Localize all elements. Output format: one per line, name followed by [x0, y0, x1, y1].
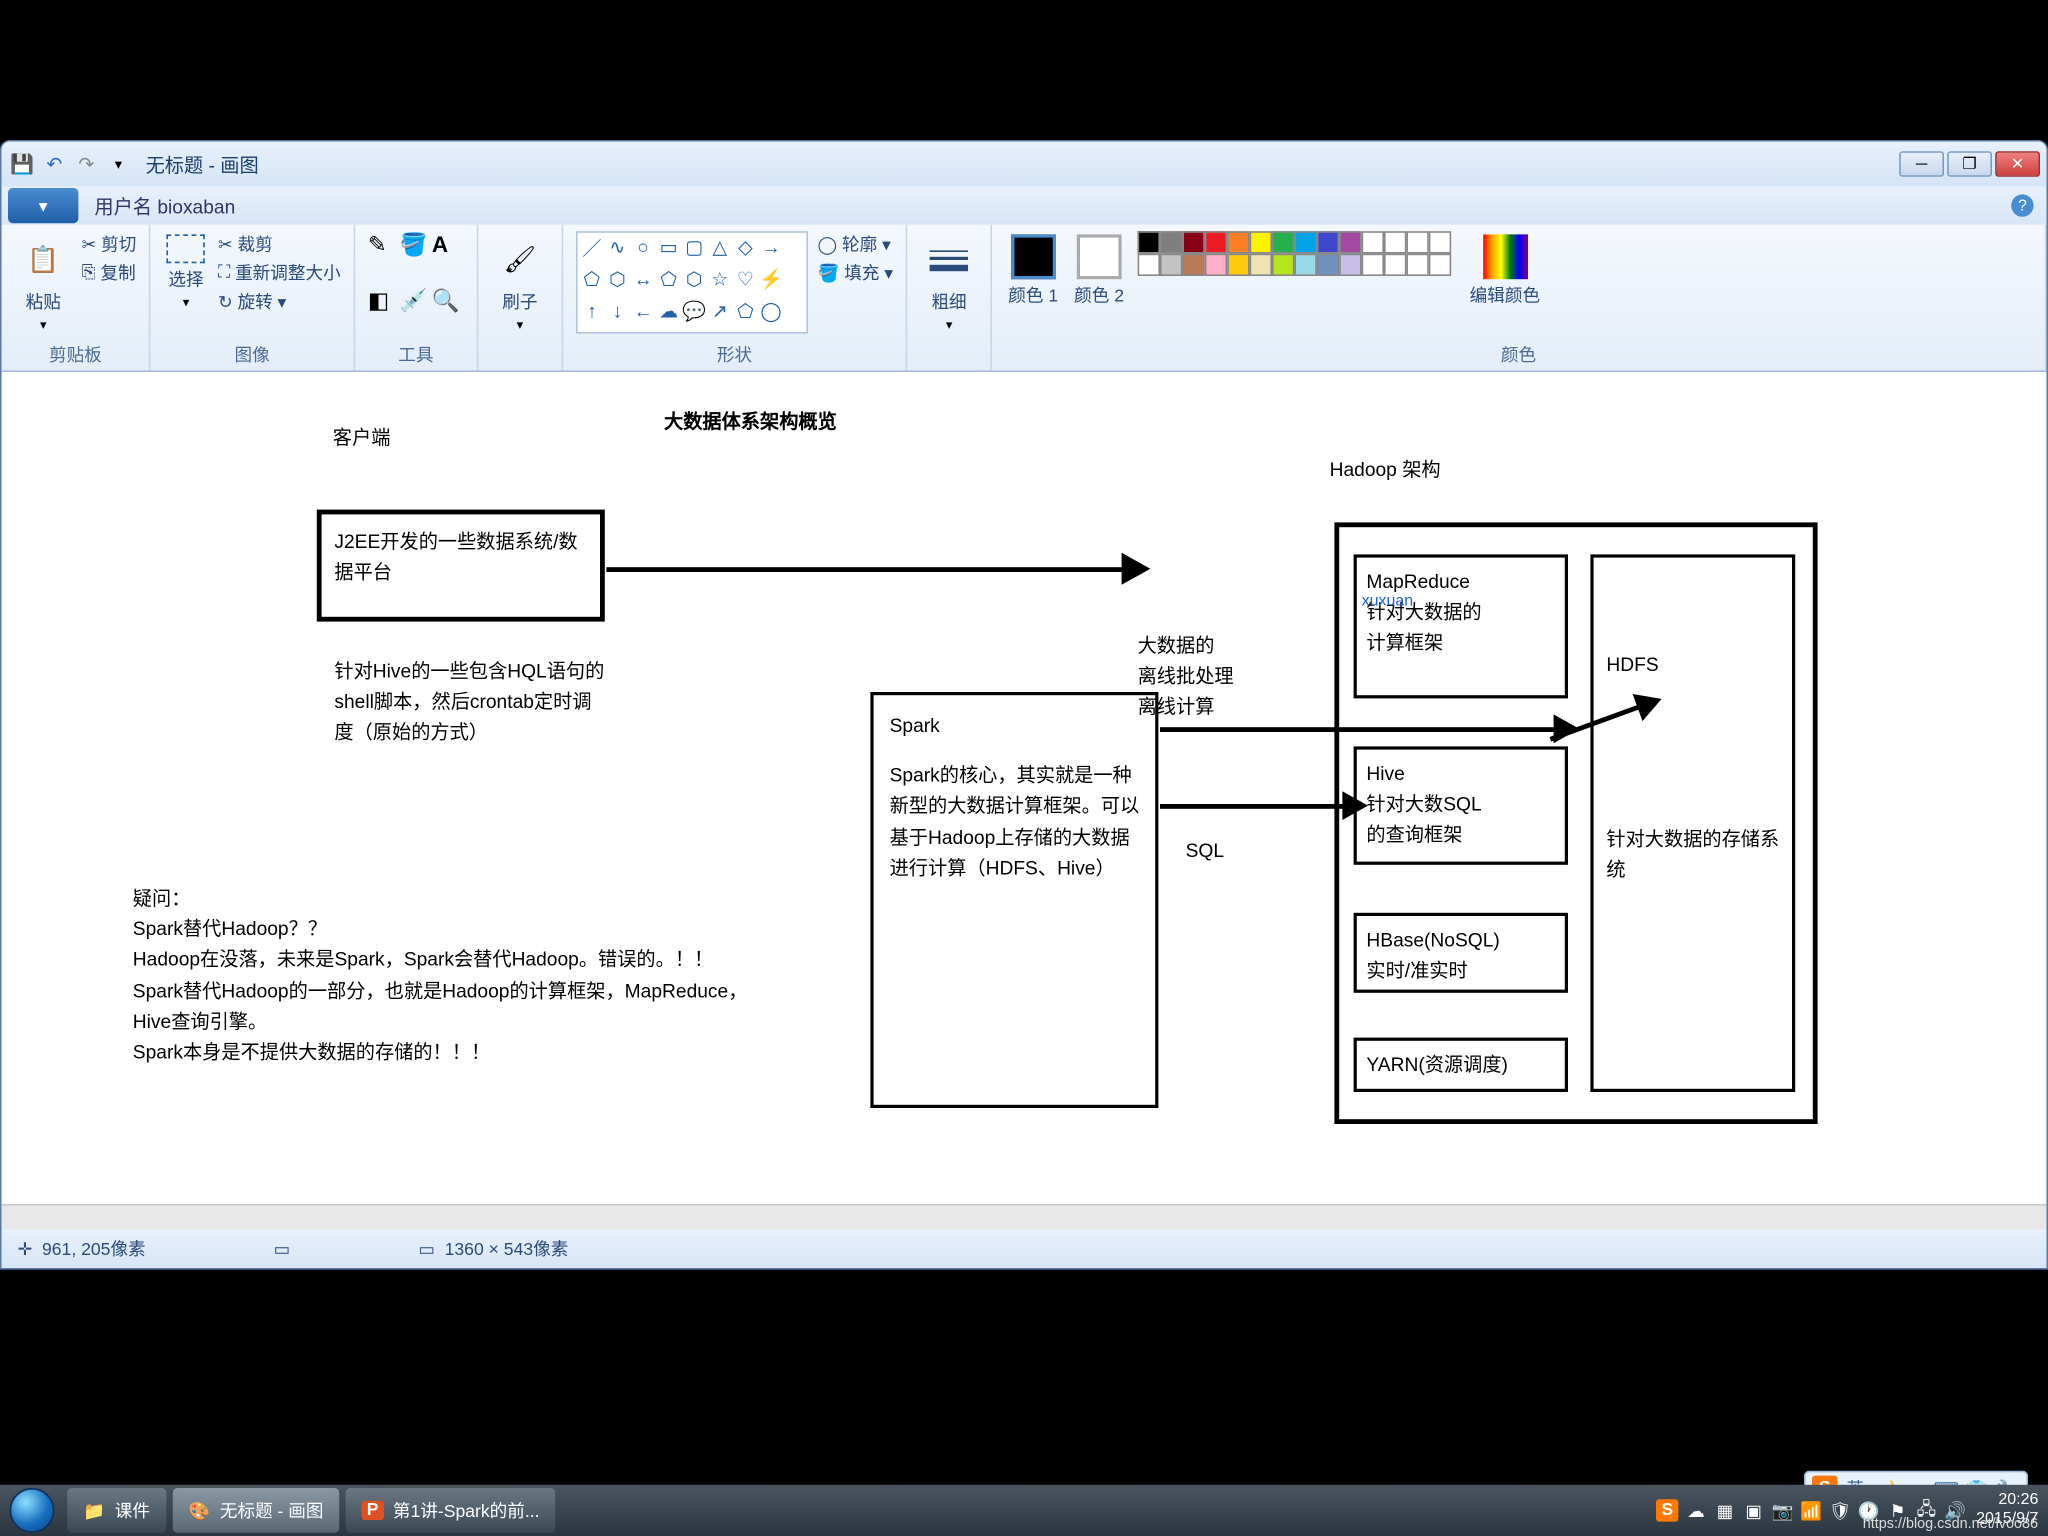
close-button[interactable]: ✕ [1995, 151, 2040, 177]
canvas-content: 大数据体系架构概览 客户端 Hadoop 架构 J2EE开发的一些数据系统/数据… [2, 372, 2002, 1188]
canvas-area[interactable]: 大数据体系架构概览 客户端 Hadoop 架构 J2EE开发的一些数据系统/数据… [2, 372, 2047, 1204]
thickness-icon [923, 234, 974, 285]
group-image: 选择 ▾ ✂裁剪 ⛶重新调整大小 ↻旋转 ▾ 图像 [151, 225, 355, 371]
arrowhead-1 [1122, 553, 1151, 585]
zoom-icon[interactable]: 🔍 [432, 286, 461, 313]
group-brushes: 🖌 刷子 ▾ [478, 225, 563, 371]
menubar: ▾ 用户名 bioxaban ? [2, 186, 2047, 224]
window-title: 无标题 - 画图 [146, 150, 259, 177]
paint-icon: 🎨 [188, 1500, 210, 1521]
brush-icon: 🖌 [494, 234, 545, 285]
color1-well [1011, 234, 1056, 279]
mr-watermark: xuxuan [1362, 590, 1414, 616]
coords-icon: ✛ [18, 1238, 33, 1259]
thickness-button[interactable]: 粗细 ▾ [920, 231, 978, 335]
arrow-1 [606, 567, 1134, 572]
start-button[interactable] [0, 1485, 64, 1536]
j2ee-box: J2EE开发的一些数据系统/数据平台 [317, 510, 605, 622]
folder-icon: 📁 [83, 1500, 105, 1521]
group-shapes: ／∿○▭▢△◇→ ⬠⬡↔⬠⬡☆♡⚡ ↑↓←☁💬↗⬠◯ ◯ 轮廓 ▾ 🪣 填充 ▾… [563, 225, 907, 371]
clipboard-icon: 📋 [18, 234, 69, 285]
picker-icon[interactable]: 💉 [400, 286, 429, 313]
brushes-button[interactable]: 🖌 刷子 ▾ [491, 231, 549, 335]
tray-wifi-icon[interactable]: 📶 [1800, 1499, 1822, 1521]
tray-sogou-icon[interactable]: S [1656, 1499, 1678, 1521]
windows-orb-icon [10, 1488, 55, 1533]
diagram-title: 大数据体系架构概览 [664, 407, 837, 438]
qat-dropdown-icon[interactable]: ▾ [104, 150, 133, 179]
ppt-icon: P [362, 1501, 383, 1520]
rotate-button[interactable]: ↻旋转 ▾ [218, 289, 341, 315]
arrow-3 [1160, 804, 1352, 809]
group-colors: 颜色 1 颜色 2 编辑颜色 颜色 [992, 225, 2046, 371]
tray-cloud-icon[interactable]: ☁ [1685, 1499, 1707, 1521]
status-size: 1360 × 543像素 [445, 1236, 569, 1262]
watermark: https://blog.csdn.net/lvoo86 [1863, 1516, 2038, 1532]
cut-button[interactable]: ✂剪切 [82, 231, 137, 257]
taskbar-item-ppt[interactable]: P第1讲-Spark的前... [346, 1488, 556, 1533]
sql-note: SQL [1186, 836, 1224, 867]
select-icon [167, 234, 205, 263]
text-icon[interactable]: A [432, 231, 461, 257]
crop-button[interactable]: ✂裁剪 [218, 231, 341, 257]
select-button[interactable]: 选择 ▾ [164, 231, 209, 313]
shapes-gallery[interactable]: ／∿○▭▢△◇→ ⬠⬡↔⬠⬡☆♡⚡ ↑↓←☁💬↗⬠◯ [576, 231, 808, 333]
maximize-button[interactable]: ❐ [1947, 151, 1992, 177]
resize-button[interactable]: ⛶重新调整大小 [218, 260, 341, 286]
hdfs-box: HDFS 针对大数据的存储系统 [1590, 554, 1795, 1092]
outline-button[interactable]: ◯ 轮廓 ▾ [817, 231, 893, 257]
fill-button[interactable]: 🪣 填充 ▾ [817, 260, 893, 286]
taskbar-item-paint[interactable]: 🎨无标题 - 画图 [172, 1488, 339, 1533]
tray-shield-icon[interactable]: 🛡 [1829, 1499, 1851, 1521]
color2-well [1077, 234, 1122, 279]
tray-app-icon[interactable]: ▦ [1714, 1499, 1736, 1521]
question-text: 疑问： Spark替代Hadoop？？ Hadoop在没落，未来是Spark，S… [133, 884, 773, 1068]
hbase-box: HBase(NoSQL) 实时/准实时 [1354, 913, 1568, 993]
color2-button[interactable]: 颜色 2 [1071, 231, 1127, 311]
hive-note: 针对Hive的一些包含HQL语句的shell脚本，然后crontab定时调度（原… [334, 657, 606, 749]
paste-button[interactable]: 📋 粘贴 ▾ [14, 231, 72, 335]
mapreduce-box: MapReduce 针对大数据的 计算框架 xuxuan [1354, 554, 1568, 698]
crop-icon: ✂ [218, 234, 233, 255]
status-coords: 961, 205像素 [42, 1236, 146, 1262]
hive-box: Hive 针对大数SQL 的查询框架 [1354, 746, 1568, 864]
selection-icon: ▭ [274, 1238, 291, 1259]
tray-app2-icon[interactable]: ▣ [1743, 1499, 1765, 1521]
horizontal-scrollbar[interactable] [2, 1204, 2047, 1230]
color-palette[interactable] [1137, 231, 1457, 276]
minimize-button[interactable]: ─ [1899, 151, 1944, 177]
yarn-box: YARN(资源调度) [1354, 1038, 1568, 1092]
quick-access: 💾 ↶ ↷ ▾ [8, 150, 133, 179]
taskbar: 📁课件 🎨无标题 - 画图 P第1讲-Spark的前... S ☁ ▦ ▣ 📷 … [0, 1485, 2048, 1536]
scissors-icon: ✂ [82, 234, 97, 255]
fill-icon[interactable]: 🪣 [400, 231, 429, 258]
redo-icon[interactable]: ↷ [72, 150, 101, 179]
pencil-icon[interactable]: ✎ [368, 231, 397, 258]
tray-camera-icon[interactable]: 📷 [1771, 1499, 1793, 1521]
save-icon[interactable]: 💾 [8, 150, 37, 179]
copy-icon: ⎘ [82, 262, 96, 283]
eraser-icon[interactable]: ◧ [368, 286, 397, 313]
spark-box: Spark Spark的核心，其实就是一种新型的大数据计算框架。可以基于Hado… [870, 692, 1158, 1108]
home-tab[interactable]: 用户名 bioxaban [94, 192, 235, 219]
group-thickness: 粗细 ▾ [907, 225, 992, 371]
size-icon: ▭ [418, 1238, 435, 1259]
color1-button[interactable]: 颜色 1 [1005, 231, 1061, 311]
group-clipboard: 📋 粘贴 ▾ ✂剪切 ⎘复制 剪贴板 [2, 225, 151, 371]
undo-icon[interactable]: ↶ [40, 150, 69, 179]
rotate-icon: ↻ [218, 291, 233, 312]
edit-colors-button[interactable]: 编辑颜色 [1466, 231, 1543, 311]
hadoop-label: Hadoop 架构 [1330, 455, 1441, 486]
resize-icon: ⛶ [218, 262, 230, 283]
titlebar: 💾 ↶ ↷ ▾ 无标题 - 画图 ─ ❐ ✕ [2, 142, 2047, 187]
statusbar: ✛ 961, 205像素 ▭ ▭ 1360 × 543像素 [2, 1230, 2047, 1268]
file-menu[interactable]: ▾ [8, 188, 78, 223]
ribbon: 📋 粘贴 ▾ ✂剪切 ⎘复制 剪贴板 选择 ▾ ✂裁剪 [2, 225, 2047, 372]
copy-button[interactable]: ⎘复制 [82, 260, 137, 286]
rainbow-icon [1482, 234, 1527, 279]
group-tools: ✎ 🪣 A ◧ 💉 🔍 工具 [355, 225, 478, 371]
help-icon[interactable]: ? [2011, 194, 2033, 216]
client-label: 客户端 [333, 423, 391, 454]
taskbar-item-folder[interactable]: 📁课件 [67, 1488, 166, 1533]
